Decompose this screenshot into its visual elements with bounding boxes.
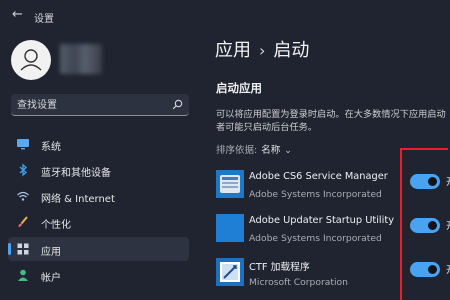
- chevron-down-icon[interactable]: ⌄: [284, 146, 292, 156]
- sidebar-item-network[interactable]: 网络 & Internet: [8, 184, 189, 208]
- breadcrumb-current: 启动: [273, 40, 310, 61]
- description-line-2: 者可能只启动后台任务。: [216, 122, 318, 133]
- brush-icon: [18, 216, 28, 227]
- breadcrumb-parent[interactable]: 应用: [215, 40, 251, 61]
- monitor-icon: [17, 139, 29, 150]
- sort-dropdown[interactable]: 排序依据: 名称 ⌄: [216, 142, 292, 156]
- back-arrow-icon[interactable]: ←: [12, 8, 23, 22]
- sort-label: 排序依据:: [216, 145, 258, 156]
- breadcrumb: 应用 › 启动: [215, 36, 309, 62]
- sidebar-item-label: 蓝牙和其他设备: [41, 168, 111, 179]
- app-name: Adobe CS6 Service Manager: [249, 171, 388, 182]
- breadcrumb-separator: ›: [259, 41, 266, 60]
- account-icon: [18, 269, 28, 281]
- app-publisher: Microsoft Corporation: [249, 277, 349, 288]
- app-publisher: Adobe Systems Incorporated: [249, 189, 382, 200]
- adobe-updater-icon: [216, 214, 244, 242]
- sidebar-item-label: 网络 & Internet: [41, 194, 115, 205]
- user-name-redacted: [60, 44, 102, 74]
- window-title: 设置: [34, 14, 54, 25]
- active-indicator: [8, 243, 11, 255]
- sidebar-item-personalization[interactable]: 个性化: [8, 210, 189, 234]
- sidebar-item-label: 应用: [41, 247, 61, 258]
- sidebar-item-apps[interactable]: 应用: [8, 237, 189, 261]
- sort-value[interactable]: 名称: [261, 145, 280, 156]
- ctf-loader-icon: [216, 258, 244, 286]
- description: 可以将应用配置为登录时启动。在大多数情况下应用启动 者可能只启动后台任务。: [216, 108, 450, 134]
- sidebar-item-system[interactable]: 系统: [8, 132, 189, 156]
- description-line-1: 可以将应用配置为登录时启动。在大多数情况下应用启动: [216, 109, 446, 120]
- app-publisher: Adobe Systems Incorporated: [249, 233, 382, 244]
- title-bar: ← 设置: [0, 0, 450, 32]
- search-icon[interactable]: [172, 99, 183, 110]
- search-input[interactable]: [17, 98, 167, 112]
- person-icon: [20, 49, 42, 71]
- avatar[interactable]: [11, 40, 51, 80]
- section-title: 启动应用: [216, 81, 262, 95]
- sidebar-item-bluetooth[interactable]: 蓝牙和其他设备: [8, 158, 189, 182]
- sidebar-item-accounts[interactable]: 帐户: [8, 263, 189, 287]
- highlight-annotation: [400, 148, 448, 300]
- sidebar-item-label: 系统: [41, 142, 61, 153]
- apps-icon: [17, 243, 29, 255]
- search-box[interactable]: [11, 94, 189, 116]
- sidebar-item-label: 帐户: [41, 273, 61, 284]
- sidebar-item-label: 个性化: [41, 220, 71, 231]
- wifi-icon: [17, 191, 29, 201]
- app-name: CTF 加载程序: [249, 262, 310, 273]
- bluetooth-icon: [19, 163, 28, 177]
- app-name: Adobe Updater Startup Utility: [249, 215, 395, 226]
- adobe-service-manager-icon: [216, 170, 244, 198]
